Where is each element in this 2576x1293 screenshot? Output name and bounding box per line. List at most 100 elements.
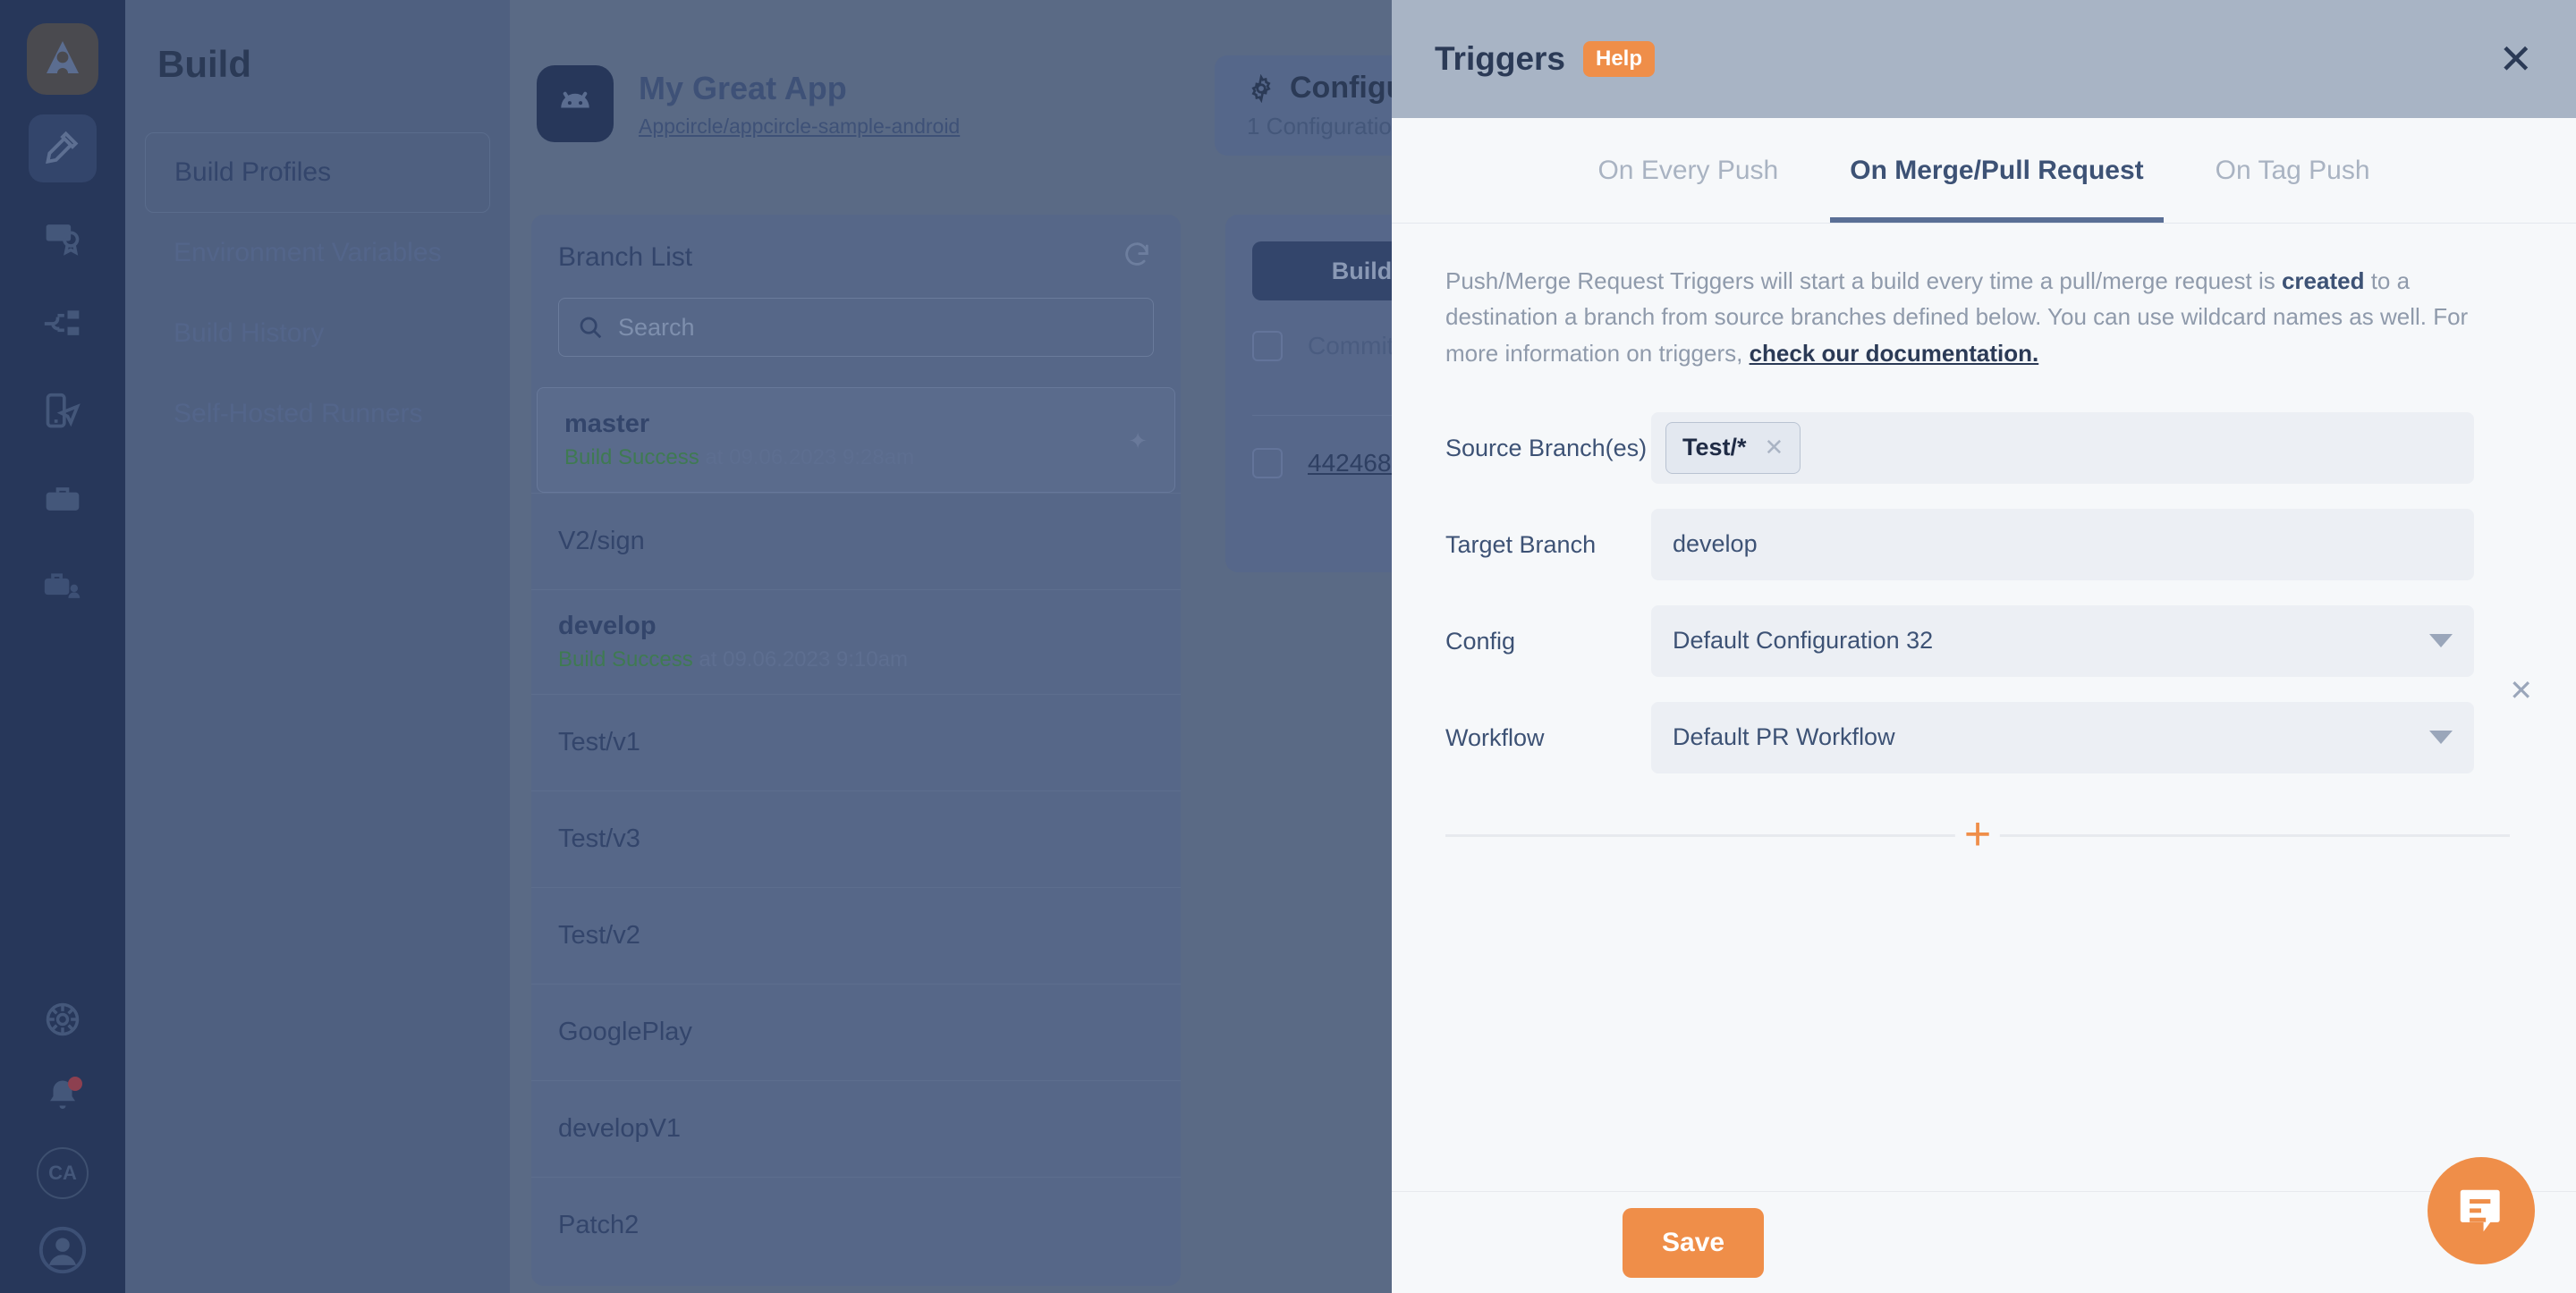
workflow-value: Default PR Workflow	[1673, 723, 1895, 751]
app-meta: My Great App Appcircle/appcircle-sample-…	[639, 70, 960, 139]
branch-name: Test/v2	[558, 921, 640, 950]
sidebar-item-publish[interactable]	[29, 377, 97, 445]
drawer-tabs: On Every Push On Merge/Pull Request On T…	[1392, 118, 2576, 224]
close-icon[interactable]: ✕	[2498, 38, 2533, 80]
desc-bold: created	[2281, 267, 2365, 294]
user-avatar-icon[interactable]	[29, 1216, 97, 1284]
config-control[interactable]: Default Configuration 32	[1651, 604, 2474, 677]
branch-name: Test/v1	[558, 728, 640, 756]
list-item[interactable]: master Build Success at 09.06.2023 9:28a…	[537, 387, 1175, 493]
row-checkbox[interactable]	[1252, 448, 1283, 478]
chevron-down-icon	[2429, 634, 2453, 648]
branch-name: GooglePlay	[558, 1018, 692, 1046]
bell-icon[interactable]	[29, 1062, 97, 1130]
appcircle-logo-icon[interactable]	[27, 23, 98, 95]
branch-list-title: Branch List	[558, 241, 693, 272]
nav-label: Build Profiles	[174, 157, 332, 187]
nav-list: Build Profiles Environment Variables Bui…	[125, 132, 510, 454]
save-button[interactable]: Save	[1623, 1207, 1765, 1278]
select-all-checkbox[interactable]	[1252, 331, 1283, 361]
android-robot-icon	[537, 65, 614, 142]
nav-label: Environment Variables	[174, 238, 442, 267]
organization-avatar[interactable]: CA	[29, 1139, 97, 1207]
sidebar-item-store-submit[interactable]	[29, 465, 97, 533]
source-branch-control[interactable]: Test/* ✕	[1651, 411, 2474, 484]
search-icon	[580, 317, 602, 339]
nav-label: Build History	[174, 318, 325, 348]
branch-status-time: at 09.06.2023 9:28am	[699, 445, 914, 469]
refresh-icon[interactable]	[1122, 240, 1152, 275]
workflow-select[interactable]: Default PR Workflow	[1651, 701, 2474, 773]
app-title: My Great App	[639, 69, 847, 106]
sidebar-item-signing-identity[interactable]	[29, 202, 97, 270]
list-item[interactable]: Test/v1	[531, 694, 1181, 790]
list-item[interactable]: GooglePlay	[531, 984, 1181, 1080]
page-title: Build	[157, 43, 251, 85]
branch-name: develop	[558, 612, 657, 640]
target-branch-control[interactable]: develop	[1651, 508, 2474, 580]
triggers-drawer: Triggers Help ✕ On Every Push On Merge/P…	[1392, 0, 2576, 1293]
trigger-form: Source Branch(es) Test/* ✕ Target Branch	[1445, 411, 2533, 863]
target-branch-input[interactable]: develop	[1651, 508, 2474, 580]
tab-label: On Tag Push	[2215, 155, 2370, 185]
sidebar-item-distribute[interactable]	[29, 290, 97, 358]
chip-remove-icon[interactable]: ✕	[1765, 434, 1784, 461]
pin-icon[interactable]: ✦	[1128, 427, 1148, 455]
gear-icon	[1251, 73, 1271, 103]
search-input[interactable]: Search	[558, 298, 1154, 357]
drawer-footer: Save	[1392, 1191, 2576, 1293]
list-item[interactable]: Test/v3	[531, 790, 1181, 887]
search-placeholder: Search	[618, 313, 695, 341]
branch-chip[interactable]: Test/* ✕	[1665, 421, 1801, 474]
drawer-title: Triggers	[1435, 40, 1565, 77]
branch-list-panel: Branch List Search master Build Success …	[531, 215, 1181, 1286]
app-repo-link[interactable]: Appcircle/appcircle-sample-android	[639, 114, 960, 139]
branch-list: master Build Success at 09.06.2023 9:28a…	[531, 387, 1181, 1273]
app-header: My Great App Appcircle/appcircle-sample-…	[537, 55, 1154, 152]
list-item[interactable]: Patch2	[531, 1177, 1181, 1273]
source-branch-label: Source Branch(es)	[1445, 434, 1648, 461]
branch-name: Patch2	[558, 1211, 640, 1239]
config-value: Default Configuration 32	[1673, 627, 1934, 655]
list-item[interactable]: developV1	[531, 1080, 1181, 1177]
branch-status-label: Build Success	[564, 445, 699, 469]
tab-on-tag-push[interactable]: On Tag Push	[2196, 118, 2390, 223]
config-label: Config	[1445, 627, 1516, 655]
sidebar-item-environment-variables[interactable]: Environment Variables	[145, 213, 490, 293]
config-select[interactable]: Default Configuration 32	[1651, 604, 2474, 677]
tab-label: On Every Push	[1597, 155, 1779, 185]
sidebar-item-build[interactable]	[29, 114, 97, 182]
branch-name: master	[564, 410, 650, 438]
add-trigger-row-button[interactable]: +	[1954, 808, 2001, 859]
workflow-control[interactable]: Default PR Workflow	[1651, 701, 2474, 773]
commit-id-link[interactable]: 4424682	[1308, 449, 1405, 477]
chip-label: Test/*	[1682, 434, 1747, 461]
sidebar-item-self-hosted-runners[interactable]: Self-Hosted Runners	[145, 374, 490, 454]
org-initials: CA	[37, 1147, 89, 1199]
list-item[interactable]: develop Build Success at 09.06.2023 9:10…	[531, 589, 1181, 694]
tab-on-merge-pull-request[interactable]: On Merge/Pull Request	[1830, 118, 2165, 223]
branch-name: V2/sign	[558, 527, 645, 555]
sidebar-item-build-history[interactable]: Build History	[145, 293, 490, 374]
branch-list-header: Branch List	[531, 215, 1181, 275]
documentation-link[interactable]: check our documentation.	[1750, 340, 2039, 367]
add-row-divider: +	[1445, 808, 2510, 863]
branch-status: Build Success at 09.06.2023 9:28am	[564, 445, 1148, 470]
settings-wheel-icon[interactable]	[29, 985, 97, 1053]
form-row-config: Config Default Configuration 32	[1445, 604, 2522, 677]
chat-bubble-icon[interactable]	[2428, 1157, 2535, 1264]
source-branch-input[interactable]: Test/* ✕	[1651, 411, 2474, 484]
nav-label: Self-Hosted Runners	[174, 399, 423, 428]
form-row-target-branch: Target Branch develop	[1445, 508, 2522, 580]
help-button[interactable]: Help	[1583, 41, 1656, 77]
list-item[interactable]: Test/v2	[531, 887, 1181, 984]
sidebar-item-build-profiles[interactable]: Build Profiles	[145, 132, 490, 213]
list-item[interactable]: V2/sign	[531, 493, 1181, 589]
remove-trigger-row-button[interactable]: ✕	[2509, 673, 2533, 707]
sidebar-item-enterprise-app-store[interactable]	[29, 553, 97, 621]
form-row-source-branch: Source Branch(es) Test/* ✕	[1445, 411, 2522, 484]
branch-name: Test/v3	[558, 824, 640, 853]
tab-label: On Merge/Pull Request	[1850, 155, 2144, 185]
tab-on-every-push[interactable]: On Every Push	[1578, 118, 1798, 223]
branch-status-time: at 09.06.2023 9:10am	[692, 647, 908, 672]
